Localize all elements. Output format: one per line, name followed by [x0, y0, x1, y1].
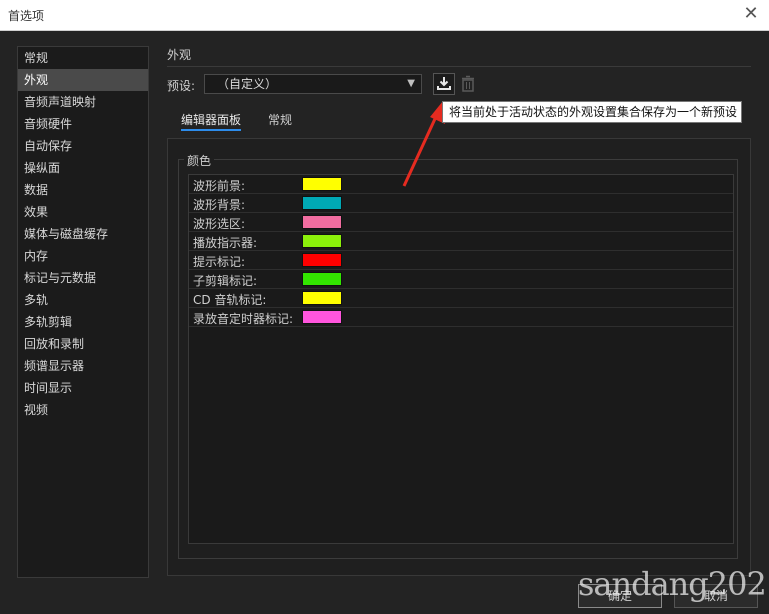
- save-preset-tooltip: 将当前处于活动状态的外观设置集合保存为一个新预设: [442, 101, 742, 123]
- watermark-text: sandang2021: [578, 565, 769, 603]
- annotation-arrow: [402, 101, 445, 187]
